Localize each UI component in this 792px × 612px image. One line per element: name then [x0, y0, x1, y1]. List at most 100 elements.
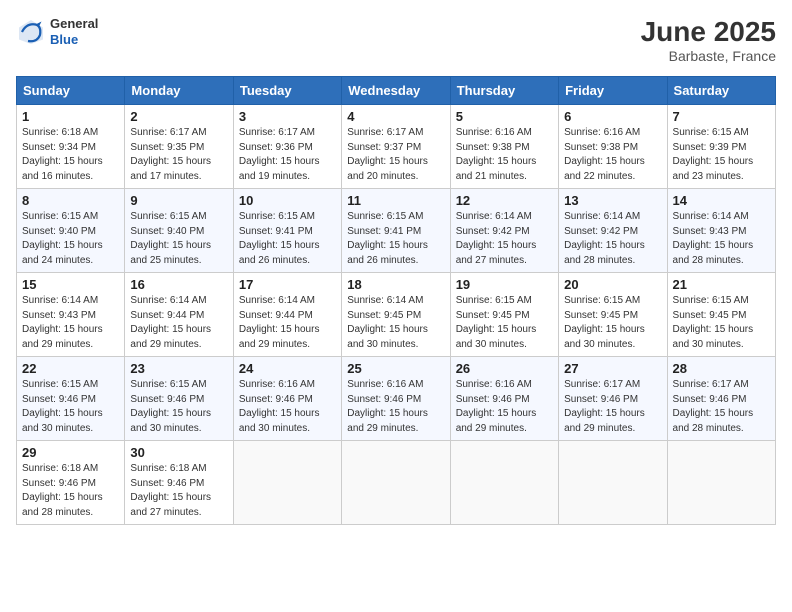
day-number: 2 [130, 109, 227, 124]
day-info: Sunrise: 6:15 AMSunset: 9:41 PMDaylight:… [347, 210, 444, 268]
column-header-monday: Monday [125, 77, 233, 105]
day-number: 30 [130, 445, 227, 460]
day-info: Sunrise: 6:17 AMSunset: 9:46 PMDaylight:… [673, 378, 770, 436]
day-number: 11 [347, 193, 444, 208]
day-info: Sunrise: 6:14 AMSunset: 9:42 PMDaylight:… [456, 210, 553, 268]
calendar-table: SundayMondayTuesdayWednesdayThursdayFrid… [16, 76, 776, 525]
day-info: Sunrise: 6:16 AMSunset: 9:46 PMDaylight:… [347, 378, 444, 436]
day-info: Sunrise: 6:15 AMSunset: 9:40 PMDaylight:… [130, 210, 227, 268]
day-info: Sunrise: 6:16 AMSunset: 9:46 PMDaylight:… [239, 378, 336, 436]
calendar-week-4: 22 Sunrise: 6:15 AMSunset: 9:46 PMDayligh… [17, 357, 776, 441]
calendar-cell: 23 Sunrise: 6:15 AMSunset: 9:46 PMDayligh… [125, 357, 233, 441]
location: Barbaste, France [641, 48, 776, 64]
page-header: General Blue June 2025 Barbaste, France [16, 16, 776, 64]
calendar-cell: 18 Sunrise: 6:14 AMSunset: 9:45 PMDayligh… [342, 273, 450, 357]
day-number: 10 [239, 193, 336, 208]
calendar-cell: 3Sunrise: 6:17 AMSunset: 9:36 PMDaylight… [233, 105, 341, 189]
day-number: 26 [456, 361, 553, 376]
day-number: 8 [22, 193, 119, 208]
day-number: 17 [239, 277, 336, 292]
calendar-cell: 25 Sunrise: 6:16 AMSunset: 9:46 PMDayligh… [342, 357, 450, 441]
calendar-week-2: 8 Sunrise: 6:15 AMSunset: 9:40 PMDaylight… [17, 189, 776, 273]
day-info: Sunrise: 6:15 AMSunset: 9:40 PMDaylight:… [22, 210, 119, 268]
calendar-cell: 16 Sunrise: 6:14 AMSunset: 9:44 PMDayligh… [125, 273, 233, 357]
day-number: 25 [347, 361, 444, 376]
calendar-cell: 1 Sunrise: 6:18 AMSunset: 9:34 PMDaylight… [17, 105, 125, 189]
day-info: Sunrise: 6:18 AMSunset: 9:34 PMDaylight:… [22, 126, 119, 184]
day-info: Sunrise: 6:17 AMSunset: 9:35 PMDaylight:… [130, 126, 227, 184]
calendar-cell: 8 Sunrise: 6:15 AMSunset: 9:40 PMDaylight… [17, 189, 125, 273]
calendar-cell [233, 441, 341, 525]
calendar-cell: 30Sunrise: 6:18 AMSunset: 9:46 PMDayligh… [125, 441, 233, 525]
calendar-header-row: SundayMondayTuesdayWednesdayThursdayFrid… [17, 77, 776, 105]
calendar-cell: 12 Sunrise: 6:14 AMSunset: 9:42 PMDayligh… [450, 189, 558, 273]
calendar-cell: 29 Sunrise: 6:18 AMSunset: 9:46 PMDayligh… [17, 441, 125, 525]
day-info: Sunrise: 6:16 AMSunset: 9:38 PMDaylight:… [456, 126, 553, 184]
day-info: Sunrise: 6:15 AMSunset: 9:46 PMDaylight:… [130, 378, 227, 436]
column-header-saturday: Saturday [667, 77, 775, 105]
day-info: Sunrise: 6:15 AMSunset: 9:39 PMDaylight:… [673, 126, 770, 184]
day-info: Sunrise: 6:14 AMSunset: 9:44 PMDaylight:… [239, 294, 336, 352]
day-number: 24 [239, 361, 336, 376]
day-number: 20 [564, 277, 661, 292]
day-number: 28 [673, 361, 770, 376]
calendar-cell: 6 Sunrise: 6:16 AMSunset: 9:38 PMDaylight… [559, 105, 667, 189]
day-number: 6 [564, 109, 661, 124]
logo-blue: Blue [50, 32, 98, 48]
day-info: Sunrise: 6:16 AMSunset: 9:38 PMDaylight:… [564, 126, 661, 184]
day-info: Sunrise: 6:18 AMSunset: 9:46 PMDaylight:… [22, 462, 119, 520]
day-number: 21 [673, 277, 770, 292]
calendar-week-5: 29 Sunrise: 6:18 AMSunset: 9:46 PMDayligh… [17, 441, 776, 525]
calendar-cell [450, 441, 558, 525]
calendar-week-3: 15Sunrise: 6:14 AMSunset: 9:43 PMDayligh… [17, 273, 776, 357]
day-number: 12 [456, 193, 553, 208]
day-info: Sunrise: 6:14 AMSunset: 9:43 PMDaylight:… [673, 210, 770, 268]
day-info: Sunrise: 6:16 AMSunset: 9:46 PMDaylight:… [456, 378, 553, 436]
column-header-friday: Friday [559, 77, 667, 105]
calendar-cell: 28 Sunrise: 6:17 AMSunset: 9:46 PMDayligh… [667, 357, 775, 441]
day-info: Sunrise: 6:15 AMSunset: 9:45 PMDaylight:… [456, 294, 553, 352]
calendar-cell: 11 Sunrise: 6:15 AMSunset: 9:41 PMDayligh… [342, 189, 450, 273]
day-number: 29 [22, 445, 119, 460]
column-header-sunday: Sunday [17, 77, 125, 105]
calendar-cell: 20 Sunrise: 6:15 AMSunset: 9:45 PMDayligh… [559, 273, 667, 357]
calendar-cell: 19Sunrise: 6:15 AMSunset: 9:45 PMDayligh… [450, 273, 558, 357]
calendar-cell: 22Sunrise: 6:15 AMSunset: 9:46 PMDayligh… [17, 357, 125, 441]
day-number: 9 [130, 193, 227, 208]
calendar-week-1: 1 Sunrise: 6:18 AMSunset: 9:34 PMDaylight… [17, 105, 776, 189]
day-info: Sunrise: 6:15 AMSunset: 9:41 PMDaylight:… [239, 210, 336, 268]
day-info: Sunrise: 6:14 AMSunset: 9:42 PMDaylight:… [564, 210, 661, 268]
day-info: Sunrise: 6:15 AMSunset: 9:45 PMDaylight:… [673, 294, 770, 352]
column-header-tuesday: Tuesday [233, 77, 341, 105]
day-info: Sunrise: 6:14 AMSunset: 9:44 PMDaylight:… [130, 294, 227, 352]
day-number: 22 [22, 361, 119, 376]
calendar-cell: 14 Sunrise: 6:14 AMSunset: 9:43 PMDayligh… [667, 189, 775, 273]
calendar-cell: 2 Sunrise: 6:17 AMSunset: 9:35 PMDaylight… [125, 105, 233, 189]
calendar-cell [667, 441, 775, 525]
logo: General Blue [16, 16, 98, 47]
day-info: Sunrise: 6:17 AMSunset: 9:37 PMDaylight:… [347, 126, 444, 184]
logo-icon [16, 17, 46, 47]
day-number: 1 [22, 109, 119, 124]
day-number: 14 [673, 193, 770, 208]
day-number: 5 [456, 109, 553, 124]
day-info: Sunrise: 6:14 AMSunset: 9:45 PMDaylight:… [347, 294, 444, 352]
day-number: 16 [130, 277, 227, 292]
calendar-cell: 17 Sunrise: 6:14 AMSunset: 9:44 PMDayligh… [233, 273, 341, 357]
day-number: 13 [564, 193, 661, 208]
month-title: June 2025 [641, 16, 776, 48]
day-number: 18 [347, 277, 444, 292]
calendar-cell [342, 441, 450, 525]
day-info: Sunrise: 6:17 AMSunset: 9:46 PMDaylight:… [564, 378, 661, 436]
column-header-thursday: Thursday [450, 77, 558, 105]
calendar-cell: 7 Sunrise: 6:15 AMSunset: 9:39 PMDaylight… [667, 105, 775, 189]
day-number: 15 [22, 277, 119, 292]
day-info: Sunrise: 6:15 AMSunset: 9:45 PMDaylight:… [564, 294, 661, 352]
calendar-cell: 13 Sunrise: 6:14 AMSunset: 9:42 PMDayligh… [559, 189, 667, 273]
day-number: 23 [130, 361, 227, 376]
calendar-cell: 27Sunrise: 6:17 AMSunset: 9:46 PMDayligh… [559, 357, 667, 441]
logo-general: General [50, 16, 98, 32]
column-header-wednesday: Wednesday [342, 77, 450, 105]
day-number: 7 [673, 109, 770, 124]
calendar-cell: 9 Sunrise: 6:15 AMSunset: 9:40 PMDaylight… [125, 189, 233, 273]
